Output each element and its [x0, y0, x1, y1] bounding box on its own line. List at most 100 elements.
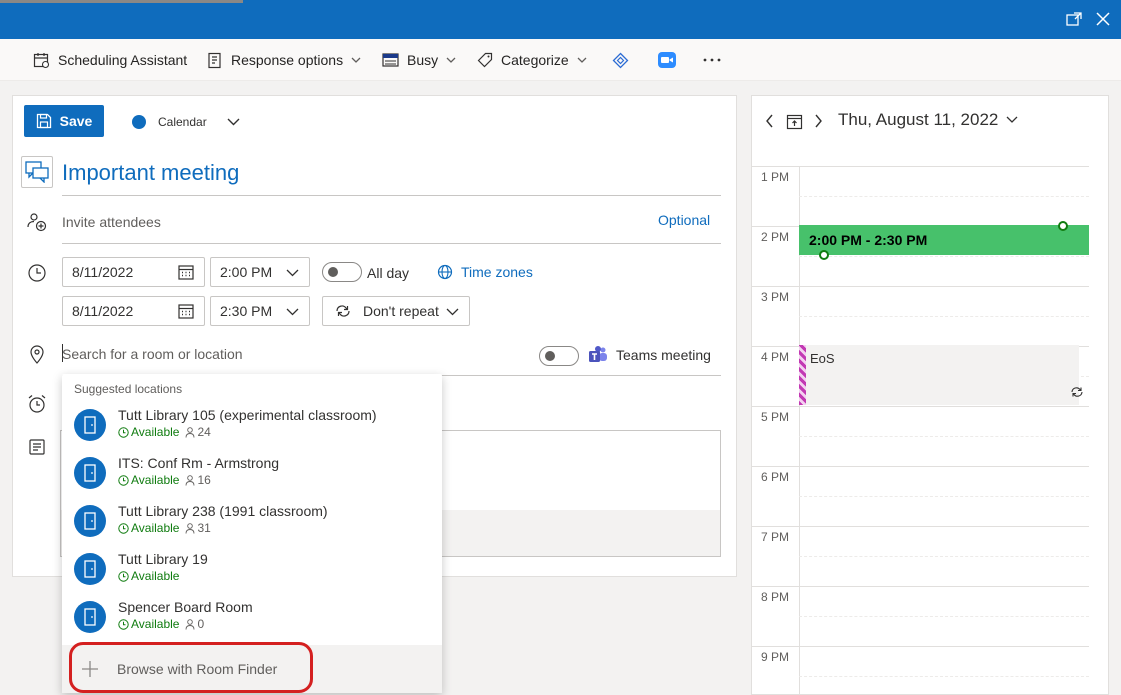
half-hour-line — [799, 556, 1089, 557]
go-to-today-button[interactable] — [786, 112, 803, 130]
hour-label: 6 PM — [761, 470, 790, 484]
previous-day-button[interactable] — [765, 112, 774, 130]
suggested-room-item[interactable]: ITS: Conf Rm - Armstrong Available 16 — [62, 449, 442, 497]
scheduling-assistant-button[interactable]: Scheduling Assistant — [33, 49, 187, 71]
room-status: Available — [131, 425, 180, 439]
pop-out-icon[interactable] — [1063, 8, 1085, 30]
globe-icon — [437, 264, 453, 280]
busy-label: Busy — [407, 52, 439, 68]
location-search-input[interactable]: Search for a room or location — [62, 346, 243, 362]
chevron-down-icon — [577, 57, 587, 63]
door-icon — [74, 553, 106, 585]
add-attendees-icon — [26, 211, 48, 233]
new-event-block[interactable]: 2:00 PM - 2:30 PM — [799, 225, 1089, 255]
person-icon — [186, 426, 195, 438]
hour-label: 1 PM — [761, 170, 790, 184]
room-capacity-value: 0 — [197, 617, 205, 631]
zoom-video-icon — [658, 52, 676, 68]
teams-meeting-toggle[interactable] — [539, 346, 579, 366]
end-date-picker[interactable]: 8/11/2022 — [62, 296, 205, 326]
suggested-room-item[interactable]: Tutt Library 19 Available — [62, 545, 442, 593]
reminder-alarm-icon — [26, 393, 48, 415]
title-bar-accent — [0, 0, 243, 3]
hour-line — [751, 586, 1089, 587]
room-capacity-value: 31 — [197, 521, 211, 535]
hour-line — [751, 466, 1089, 467]
response-options-label: Response options — [231, 52, 344, 68]
new-event-time-range: 2:00 PM - 2:30 PM — [809, 232, 928, 248]
suggested-room-item[interactable]: Spencer Board Room Available 0 — [62, 593, 442, 641]
end-date-value: 8/11/2022 — [72, 303, 134, 319]
door-icon — [74, 505, 106, 537]
hour-label: 8 PM — [761, 590, 790, 604]
person-icon — [186, 474, 195, 486]
room-availability: Available 16 — [118, 473, 211, 487]
time-zones-label: Time zones — [461, 264, 533, 280]
hour-label: 9 PM — [761, 650, 790, 664]
person-icon — [186, 618, 195, 630]
response-options-button[interactable]: Response options — [207, 49, 361, 71]
suggested-room-item[interactable]: Tutt Library 105 (experimental classroom… — [62, 401, 442, 449]
clock-icon — [26, 262, 48, 284]
room-availability: Available 31 — [118, 521, 211, 535]
half-hour-line — [799, 676, 1089, 677]
chevron-right-icon — [815, 114, 822, 128]
room-status: Available — [131, 569, 180, 583]
all-day-toggle[interactable] — [322, 262, 362, 282]
chevron-left-icon — [766, 114, 773, 128]
room-name: Tutt Library 19 — [118, 551, 208, 567]
findtime-icon — [612, 52, 629, 68]
suggestions-header: Suggested locations — [74, 382, 183, 396]
categorize-button[interactable]: Categorize — [477, 49, 587, 71]
response-options-icon — [208, 52, 221, 68]
resize-handle-top[interactable] — [1058, 221, 1068, 231]
zoom-addin-button[interactable] — [658, 49, 684, 71]
existing-event-block[interactable]: EoS — [799, 345, 1083, 405]
event-title-input[interactable]: Important meeting — [62, 160, 239, 186]
next-day-button[interactable] — [814, 112, 823, 130]
room-capacity-value: 16 — [197, 473, 211, 487]
room-capacity: 0 — [185, 617, 204, 631]
teams-meeting-label: Teams meeting — [616, 347, 711, 363]
start-date-picker[interactable]: 8/11/2022 — [62, 257, 205, 287]
more-options-button[interactable] — [703, 49, 729, 71]
day-view-date-picker[interactable]: Thu, August 11, 2022 — [838, 110, 1018, 130]
end-time-dropdown[interactable]: 2:30 PM — [210, 296, 310, 326]
room-capacity: 24 — [185, 425, 211, 439]
half-hour-line — [799, 496, 1089, 497]
start-date-value: 8/11/2022 — [72, 264, 134, 280]
today-calendar-icon — [786, 114, 803, 129]
calendar-selector[interactable]: Calendar — [132, 110, 240, 134]
room-status: Available — [131, 617, 180, 631]
time-zones-link[interactable]: Time zones — [437, 264, 533, 280]
busy-status-icon — [382, 53, 399, 67]
optional-attendees-link[interactable]: Optional — [658, 212, 710, 228]
tentative-stripe — [799, 345, 806, 405]
room-status: Available — [131, 473, 180, 487]
scheduling-assistant-label: Scheduling Assistant — [58, 52, 188, 68]
start-time-dropdown[interactable]: 2:00 PM — [210, 257, 310, 287]
chevron-down-icon — [286, 269, 299, 277]
existing-event-title: EoS — [810, 351, 835, 366]
day-view-date: Thu, August 11, 2022 — [838, 110, 999, 129]
resize-handle-bottom[interactable] — [819, 250, 829, 260]
show-as-busy-button[interactable]: Busy — [382, 49, 456, 71]
findtime-addin-button[interactable] — [612, 49, 637, 71]
chevron-down-icon — [351, 57, 361, 63]
person-icon — [186, 522, 195, 534]
event-type-icon — [21, 156, 53, 188]
suggested-room-item[interactable]: Tutt Library 238 (1991 classroom) Availa… — [62, 497, 442, 545]
half-hour-line — [799, 436, 1089, 437]
room-name: Spencer Board Room — [118, 599, 253, 615]
close-icon[interactable] — [1092, 8, 1114, 30]
invite-attendees-input[interactable]: Invite attendees — [62, 214, 161, 230]
teams-meeting-option: Teams meeting — [588, 346, 711, 364]
half-hour-line — [799, 616, 1089, 617]
save-button[interactable]: Save — [24, 105, 104, 137]
attendees-underline — [62, 243, 721, 244]
tag-icon — [477, 52, 493, 68]
hour-line — [751, 286, 1089, 287]
room-name: Tutt Library 105 (experimental classroom… — [118, 407, 377, 423]
all-day-label: All day — [367, 265, 410, 281]
repeat-dropdown[interactable]: Don't repeat — [322, 296, 470, 326]
